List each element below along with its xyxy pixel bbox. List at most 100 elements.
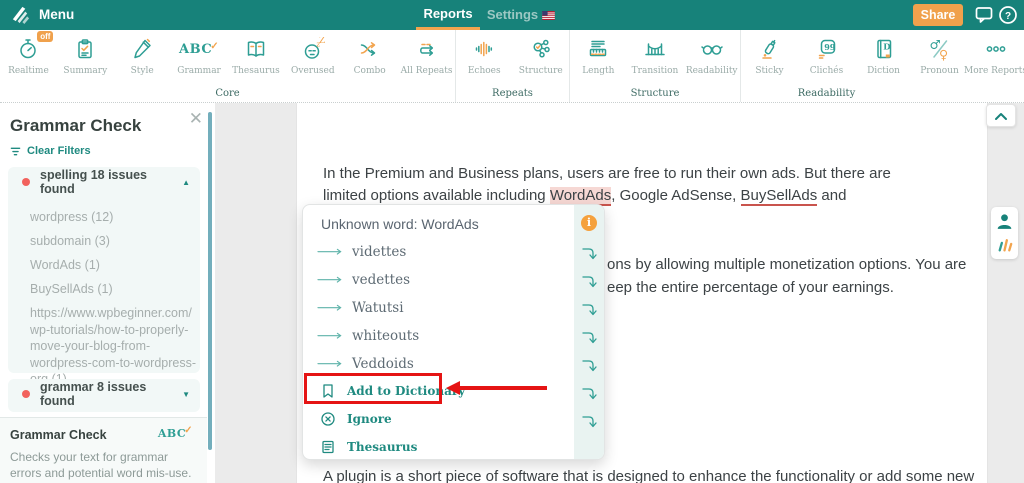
long-arrow-icon: [317, 275, 345, 284]
circle-x-icon: [320, 411, 336, 427]
apply-suggestion-icon[interactable]: [581, 357, 597, 373]
suggestion-videttes[interactable]: videttes: [303, 238, 573, 266]
toolbar-item-overused[interactable]: zZ Overused: [284, 35, 341, 76]
popup-title: Unknown word: WordAds: [321, 216, 479, 232]
reports-toolbar: off Realtime Summary Style: [0, 30, 1024, 103]
issue-filter-wordpress[interactable]: wordpress (12): [30, 209, 200, 226]
stats-chart-icon[interactable]: [996, 236, 1013, 253]
sidebar-title: Grammar Check: [10, 116, 141, 136]
apply-suggestion-icon[interactable]: [581, 245, 597, 261]
paragraph-plugin: A plugin is a short piece of software th…: [323, 466, 963, 483]
toolbar-item-pronoun[interactable]: ♂♀ Pronoun: [912, 35, 967, 76]
user-icon[interactable]: [996, 213, 1013, 230]
ignore-button[interactable]: Ignore: [303, 405, 573, 433]
suggestion-watutsi[interactable]: Watutsi: [303, 294, 573, 322]
stopwatch-icon: off: [15, 35, 41, 63]
suggestion-vedettes[interactable]: vedettes: [303, 266, 573, 294]
text-segment: , Google AdSense,: [611, 187, 740, 204]
brand[interactable]: Menu: [10, 4, 74, 25]
help-icon[interactable]: ?: [998, 5, 1018, 25]
toolbar-item-sticky[interactable]: Sticky: [741, 35, 798, 76]
long-arrow-icon: [317, 247, 345, 256]
clear-filters-button[interactable]: Clear Filters: [10, 145, 91, 157]
toolbar-item-structure-repeats[interactable]: Structure: [513, 35, 570, 76]
toolbar-group-core: off Realtime Summary Style: [0, 30, 456, 102]
sound-waves-icon: [471, 35, 497, 63]
report-info-panel: Grammar Check ABC✓ Checks your text for …: [0, 417, 207, 483]
gender-symbols-icon: ♂♀: [927, 35, 953, 63]
share-button[interactable]: Share: [913, 4, 963, 26]
issue-dot-icon: [22, 178, 30, 186]
grammar-issues-section: grammar 8 issues found ▼: [8, 379, 200, 412]
report-info-description: Checks your text for grammar errors and …: [10, 449, 195, 481]
long-arrow-icon: [317, 359, 345, 368]
spelling-issue-buysellads[interactable]: BuySellAds: [741, 187, 818, 206]
tab-settings[interactable]: Settings: [486, 0, 556, 30]
toolbar-item-style[interactable]: Style: [114, 35, 171, 76]
ruler-icon: [585, 35, 611, 63]
chevron-up-icon: [994, 111, 1008, 121]
spelling-section-header[interactable]: spelling 18 issues found ▲: [8, 167, 200, 197]
toolbar-item-length[interactable]: Length: [570, 35, 627, 76]
grammar-section-header[interactable]: grammar 8 issues found ▼: [8, 379, 200, 409]
svg-text:Z: Z: [319, 37, 325, 46]
toolbar-item-diction[interactable]: D Diction: [855, 35, 912, 76]
toolbar-item-transition[interactable]: Transition: [627, 35, 684, 76]
open-book-icon: [243, 35, 269, 63]
svg-text:?: ?: [1005, 11, 1011, 22]
toolbar-item-combo[interactable]: Combo: [341, 35, 398, 76]
issue-dot-icon: [22, 390, 30, 398]
expand-caret-icon[interactable]: ▼: [182, 390, 190, 399]
annotation-highlight-box: [304, 373, 442, 404]
svg-text:D: D: [883, 43, 891, 53]
suggestion-whiteouts[interactable]: whiteouts: [303, 322, 573, 350]
toolbar-item-thesaurus[interactable]: Thesaurus: [228, 35, 285, 76]
toolbar-group-extra: ♂♀ Pronoun More Reports: [912, 30, 1024, 102]
toolbar-item-echoes[interactable]: Echoes: [456, 35, 513, 76]
apply-suggestion-icon[interactable]: [581, 273, 597, 289]
toolbar-item-grammar[interactable]: ABC✓ Grammar: [171, 35, 228, 76]
tab-settings-label: Settings: [487, 1, 538, 29]
side-tools-rail: [991, 207, 1018, 259]
menu-button[interactable]: Menu: [39, 7, 74, 22]
thesaurus-button[interactable]: Thesaurus: [303, 433, 573, 461]
toolbar-group-label-structure: Structure: [570, 88, 740, 99]
toolbar-item-readability[interactable]: Readability: [683, 35, 740, 76]
tab-reports[interactable]: Reports: [416, 0, 480, 30]
report-info-title: Grammar Check: [10, 428, 107, 442]
close-icon[interactable]: ✕: [189, 110, 203, 127]
prowritingaid-app: Menu Reports Settings Share ?: [0, 0, 1024, 483]
apply-suggestion-icon[interactable]: [581, 413, 597, 429]
toolbar-group-structure: Length Transition Readability Structure: [570, 30, 741, 102]
toolbar-item-all-repeats[interactable]: All Repeats: [398, 35, 455, 76]
toolbar-item-summary[interactable]: Summary: [57, 35, 114, 76]
apply-suggestion-icon[interactable]: [581, 385, 597, 401]
chat-icon[interactable]: [974, 5, 994, 25]
issue-filter-wordads[interactable]: WordAds (1): [30, 257, 200, 274]
toolbar-item-cliches[interactable]: 99 Clichés: [798, 35, 855, 76]
crossed-arrows-icon: [357, 35, 383, 63]
scroll-to-top-button[interactable]: [986, 104, 1016, 127]
lined-book-icon: [320, 439, 336, 455]
apply-suggestion-icon[interactable]: [581, 329, 597, 345]
toolbar-item-realtime[interactable]: off Realtime: [0, 35, 57, 76]
us-flag-icon: [542, 11, 555, 20]
info-icon[interactable]: i: [581, 215, 597, 231]
collapse-caret-icon[interactable]: ▲: [182, 178, 190, 187]
pen-icon: [129, 35, 155, 63]
top-bar: Menu Reports Settings Share ?: [0, 0, 1024, 30]
toolbar-group-repeats: Echoes Structure Repeats: [456, 30, 570, 102]
apply-suggestion-icon[interactable]: [581, 301, 597, 317]
toolbar-group-label-core: Core: [0, 88, 455, 99]
issue-filter-url[interactable]: https://www.wpbeginner.com/wp-tutorials/…: [30, 305, 200, 388]
sleepy-face-icon: zZ: [300, 35, 326, 63]
issue-filter-buysellads[interactable]: BuySellAds (1): [30, 281, 200, 298]
toolbar-item-more-reports[interactable]: More Reports: [967, 35, 1024, 76]
svg-text:99: 99: [824, 42, 836, 52]
sidebar-scrollbar[interactable]: [208, 112, 212, 450]
annotation-arrow-icon: [446, 381, 460, 395]
issue-filter-subdomain[interactable]: subdomain (3): [30, 233, 200, 250]
clipboard-icon: [72, 35, 98, 63]
toolbar-group-label-repeats: Repeats: [456, 88, 569, 99]
node-graph-icon: [528, 35, 554, 63]
